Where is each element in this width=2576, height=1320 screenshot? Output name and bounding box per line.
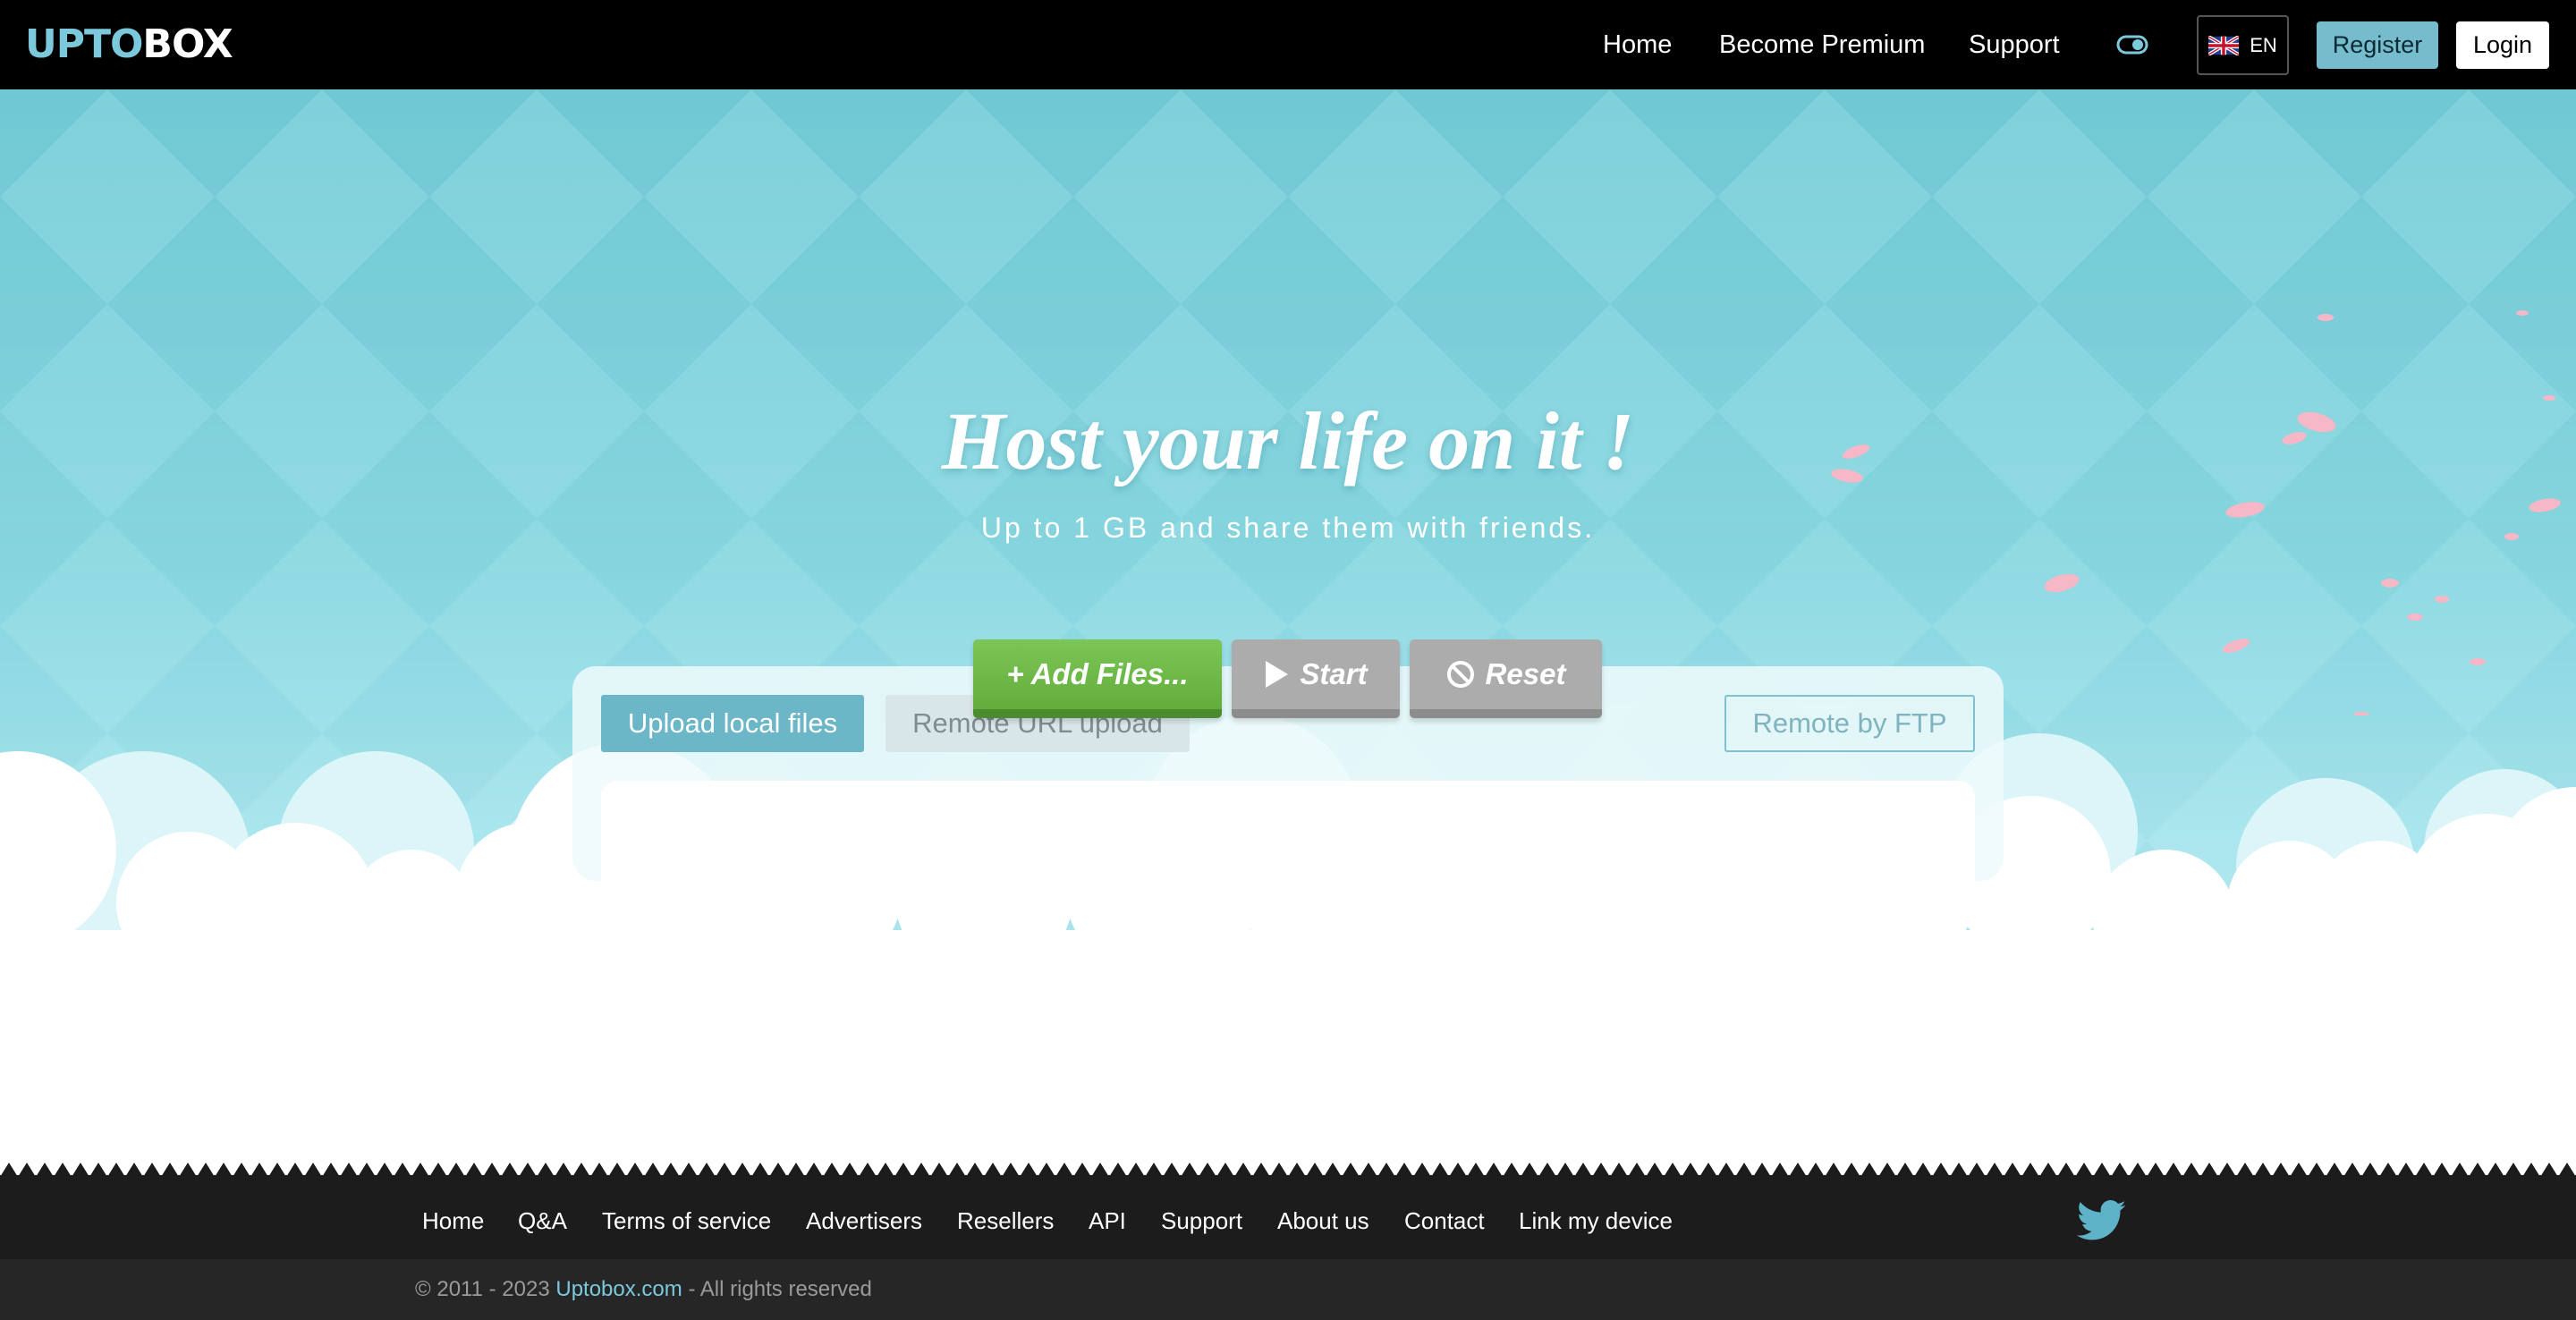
site-logo[interactable]: UPTO BOX [25,21,233,67]
ban-icon [1446,661,1474,688]
uk-flag-icon [2208,35,2240,55]
tab-upload-local[interactable]: Upload local files [601,695,864,752]
logo-text-part1: UPTO [25,21,143,67]
footer-link-support[interactable]: Support [1161,1207,1242,1235]
footer-link-qa[interactable]: Q&A [518,1207,567,1235]
copyright-suffix: - All rights reserved [688,1277,872,1301]
footer-link-terms[interactable]: Terms of service [602,1207,771,1235]
copyright-site-link[interactable]: Uptobox.com [555,1277,682,1301]
language-selector[interactable]: EN [2197,15,2289,75]
nav-premium-link[interactable]: Become Premium [1719,29,1925,61]
language-code: EN [2250,33,2277,56]
footer-link-resellers[interactable]: Resellers [957,1207,1054,1235]
top-navbar: UPTO BOX Home Become Premium Support EN R… [0,0,2576,89]
hero-title: Host your life on it ! [941,395,1635,487]
footer-link-about[interactable]: About us [1277,1207,1369,1235]
footer-link-device[interactable]: Link my device [1519,1207,1673,1235]
login-button[interactable]: Login [2456,21,2549,69]
logo-text-part2: BOX [142,21,233,67]
add-files-button[interactable]: + Add Files... [973,639,1222,718]
twitter-icon[interactable] [2075,1200,2129,1241]
add-files-label: + Add Files... [1006,657,1189,690]
reset-label: Reset [1485,657,1566,690]
reset-button[interactable]: Reset [1410,639,1602,718]
tab-remote-ftp[interactable]: Remote by FTP [1724,695,1975,752]
file-drop-area[interactable] [601,781,1975,906]
play-icon [1266,661,1289,688]
register-button[interactable]: Register [2317,21,2438,69]
start-button[interactable]: Start [1232,639,1400,718]
nav-support-link[interactable]: Support [1969,29,2060,61]
footer-link-contact[interactable]: Contact [1404,1207,1485,1235]
copyright-text: © 2011 - 2023 Uptobox.com - All rights r… [415,1277,872,1302]
footer: Home Q&A Terms of service Advertisers Re… [0,1175,2576,1259]
copyright-bar: © 2011 - 2023 Uptobox.com - All rights r… [0,1259,2576,1320]
theme-toggle-icon[interactable] [2116,34,2148,55]
footer-link-advertisers[interactable]: Advertisers [806,1207,922,1235]
start-label: Start [1300,657,1368,690]
footer-link-home[interactable]: Home [422,1207,484,1235]
hero-subtitle: Up to 1 GB and share them with friends. [980,512,1596,544]
copyright-prefix: © 2011 - 2023 [415,1277,550,1301]
hero-section: Host your life on it ! Up to 1 GB and sh… [0,89,2576,1163]
footer-link-api[interactable]: API [1089,1207,1126,1235]
nav-home-link[interactable]: Home [1603,29,1672,61]
